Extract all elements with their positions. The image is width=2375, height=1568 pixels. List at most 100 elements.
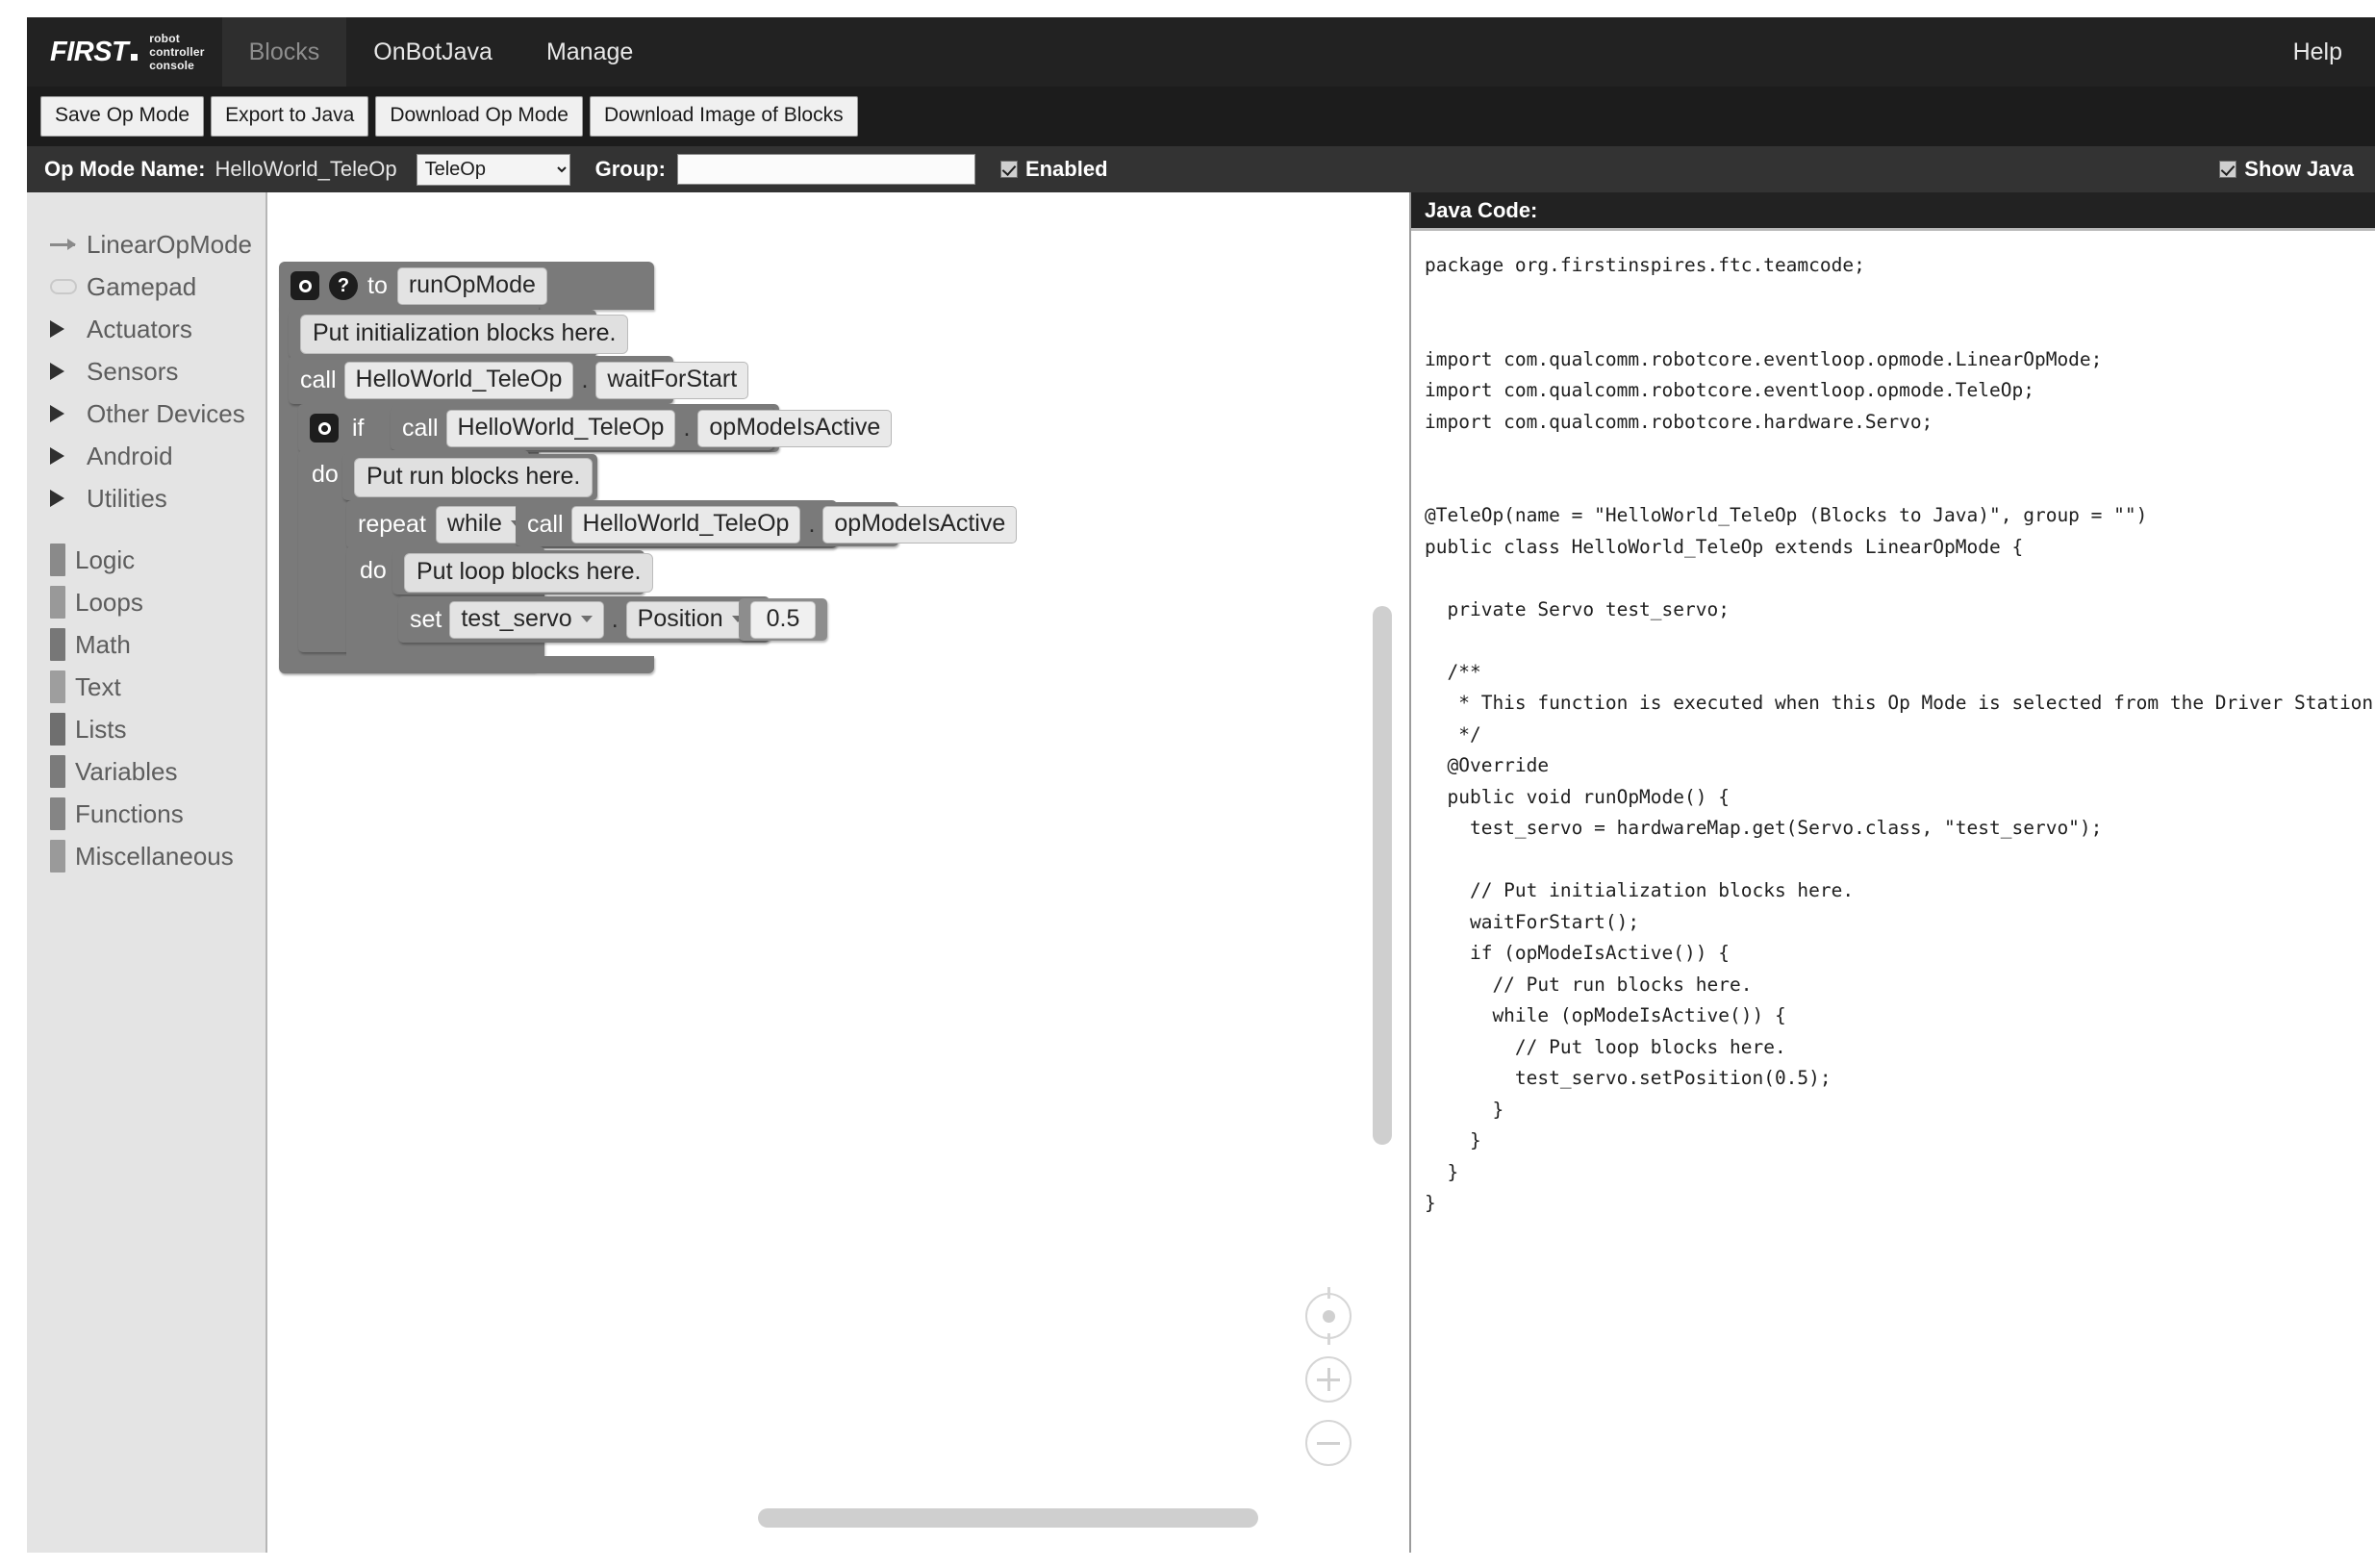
download-image-of-blocks-button[interactable]: Download Image of Blocks <box>590 96 858 136</box>
toolbox-category-label: Math <box>75 630 131 660</box>
call-method-field[interactable]: opModeIsActive <box>697 410 892 447</box>
if-do-label: do <box>312 461 339 489</box>
block-call-waitforstart[interactable]: call HelloWorld_TeleOp . waitForStart <box>289 356 673 404</box>
block-procedure-definition-header[interactable]: ? to runOpMode <box>279 262 654 310</box>
toolbox-category-label: Miscellaneous <box>75 842 234 872</box>
number-value-field[interactable]: 0.5 <box>750 601 817 639</box>
set-target-value: test_servo <box>461 605 571 633</box>
nav-spacer <box>660 17 2265 87</box>
category-color-swatch <box>50 670 65 703</box>
show-java-checkbox-label: Show Java <box>2244 157 2354 182</box>
workspace-vertical-scrollbar[interactable] <box>1373 606 1392 1145</box>
brand-sub-line-2: controller <box>149 45 204 59</box>
center-workspace-icon[interactable] <box>1305 1293 1352 1339</box>
loop-comment-text[interactable]: Put loop blocks here. <box>404 553 653 593</box>
block-init-comment[interactable]: Put initialization blocks here. <box>289 310 596 358</box>
enabled-checkbox[interactable]: Enabled <box>1000 157 1108 182</box>
call-method-field[interactable]: opModeIsActive <box>822 506 1017 544</box>
block-number-value[interactable]: 0.5 <box>739 598 827 641</box>
toolbox-category-miscellaneous[interactable]: Miscellaneous <box>27 835 265 877</box>
set-target-dropdown[interactable]: test_servo <box>449 601 603 639</box>
toolbox-category-variables[interactable]: Variables <box>27 750 265 793</box>
call-keyword-label: call <box>402 415 439 443</box>
brand-first-text: FIRST <box>50 37 128 67</box>
call-object-field[interactable]: HelloWorld_TeleOp <box>571 506 801 544</box>
call-method-field[interactable]: waitForStart <box>595 362 748 399</box>
toolbox-divider <box>27 519 265 539</box>
enabled-checkbox-label: Enabled <box>1025 157 1108 182</box>
workspace-horizontal-scrollbar[interactable] <box>758 1508 1258 1528</box>
toolbox-item-utilities[interactable]: Utilities <box>27 477 265 519</box>
set-property-dropdown[interactable]: Position <box>626 601 755 639</box>
repeat-mode-value: while <box>447 510 502 538</box>
expand-arrow-icon <box>50 405 77 422</box>
call-dot-separator: . <box>581 367 588 394</box>
call-object-field[interactable]: HelloWorld_TeleOp <box>344 362 574 399</box>
main-content: LinearOpMode Gamepad Actuators Sensors O… <box>27 192 2375 1553</box>
toolbox-item-label: Sensors <box>87 357 178 387</box>
group-label: Group: <box>595 157 666 182</box>
run-comment-text[interactable]: Put run blocks here. <box>354 458 593 497</box>
if-keyword-label: if <box>352 415 365 443</box>
brand-sub-line-1: robot <box>149 32 204 45</box>
export-to-java-button[interactable]: Export to Java <box>211 96 368 136</box>
block-to-label: to <box>367 272 388 300</box>
init-comment-text[interactable]: Put initialization blocks here. <box>300 315 628 354</box>
block-repeat-do-label-row: do <box>346 546 398 594</box>
toolbox-category-loops[interactable]: Loops <box>27 581 265 623</box>
call-object-field[interactable]: HelloWorld_TeleOp <box>446 410 676 447</box>
enabled-checkbox-box[interactable] <box>1000 161 1018 178</box>
opmode-settings-bar: Op Mode Name: HelloWorld_TeleOp TeleOp A… <box>27 146 2375 192</box>
opbar-right-group: Show Java <box>2194 157 2375 182</box>
brand-dot <box>131 54 138 61</box>
opmode-name-label: Op Mode Name: <box>44 157 205 182</box>
block-run-comment[interactable]: Put run blocks here. <box>342 454 597 500</box>
toolbox-item-label: Utilities <box>87 484 167 514</box>
show-java-checkbox-box[interactable] <box>2219 161 2236 178</box>
blockly-workspace[interactable]: ? to runOpMode Put initialization blocks… <box>267 192 1411 1553</box>
block-loop-comment[interactable]: Put loop blocks here. <box>392 550 644 594</box>
category-color-swatch <box>50 628 65 661</box>
toolbox-item-sensors[interactable]: Sensors <box>27 350 265 392</box>
zoom-out-icon[interactable] <box>1305 1420 1352 1466</box>
expand-arrow-icon <box>50 320 77 338</box>
toolbox-category-math[interactable]: Math <box>27 623 265 666</box>
category-color-swatch <box>50 840 65 873</box>
save-op-mode-button[interactable]: Save Op Mode <box>40 96 204 136</box>
toolbox-category-logic[interactable]: Logic <box>27 539 265 581</box>
expand-arrow-icon <box>50 447 77 465</box>
nav-item-blocks[interactable]: Blocks <box>222 17 347 87</box>
nav-item-manage[interactable]: Manage <box>519 17 660 87</box>
download-op-mode-button[interactable]: Download Op Mode <box>375 96 583 136</box>
toolbox-item-label: LinearOpMode <box>87 230 252 260</box>
toolbox-category-functions[interactable]: Functions <box>27 793 265 835</box>
toolbox-item-gamepad[interactable]: Gamepad <box>27 266 265 308</box>
group-input[interactable] <box>677 154 975 185</box>
gear-icon[interactable] <box>310 414 339 443</box>
toolbox-item-label: Android <box>87 442 173 471</box>
call-keyword-label: call <box>300 367 337 394</box>
block-set-servo-position[interactable]: set test_servo . Position to <box>398 596 770 643</box>
nav-item-help[interactable]: Help <box>2266 17 2375 87</box>
toolbox-item-actuators[interactable]: Actuators <box>27 308 265 350</box>
java-code-panel: Java Code: package org.firstinspires.ftc… <box>1411 192 2375 1553</box>
toolbox-category-lists[interactable]: Lists <box>27 708 265 750</box>
toolbox-item-android[interactable]: Android <box>27 435 265 477</box>
show-java-checkbox[interactable]: Show Java <box>2219 157 2354 182</box>
brand-logo[interactable]: FIRST robot controller console <box>27 17 222 87</box>
toolbox-item-label: Other Devices <box>87 399 245 429</box>
block-repeat-condition-call[interactable]: call HelloWorld_TeleOp . opModeIsActive <box>516 502 898 546</box>
brand-sub-line-3: console <box>149 59 204 72</box>
toolbox-item-linearopmode[interactable]: LinearOpMode <box>27 223 265 266</box>
question-mark-icon[interactable]: ? <box>329 271 358 300</box>
toolbox-category-label: Text <box>75 672 121 702</box>
nav-item-onbotjava[interactable]: OnBotJava <box>346 17 519 87</box>
opmode-type-select[interactable]: TeleOp Autonomous <box>417 154 570 186</box>
zoom-in-icon[interactable] <box>1305 1356 1352 1403</box>
toolbox-category-text[interactable]: Text <box>27 666 265 708</box>
procedure-name-field[interactable]: runOpMode <box>397 267 547 305</box>
block-if-condition-call[interactable]: call HelloWorld_TeleOp . opModeIsActive <box>391 406 773 450</box>
gear-icon[interactable] <box>291 271 319 300</box>
toolbox-item-other-devices[interactable]: Other Devices <box>27 392 265 435</box>
expand-arrow-icon <box>50 363 77 380</box>
